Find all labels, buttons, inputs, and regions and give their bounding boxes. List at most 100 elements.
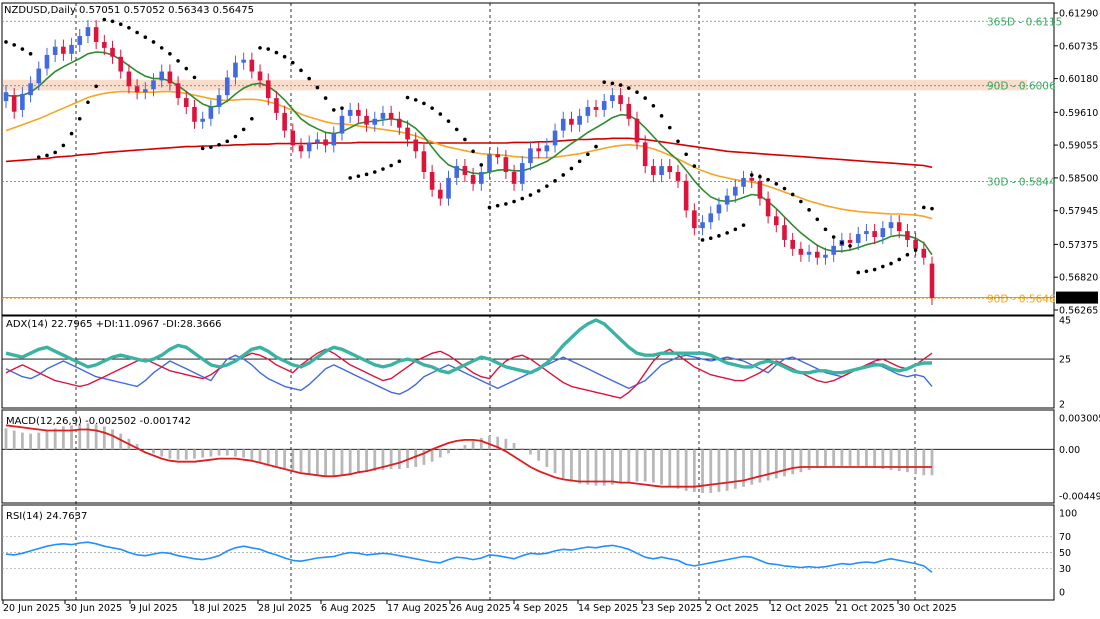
macd-hist-bar	[397, 449, 401, 470]
candle-body	[634, 118, 640, 143]
macd-hist-bar	[102, 426, 106, 450]
candle-body	[495, 154, 500, 158]
sar-dot	[372, 170, 377, 174]
candle-body	[388, 112, 394, 119]
macd-hist-bar	[143, 449, 147, 450]
candle-body	[290, 130, 296, 146]
macd-hist-bar	[619, 449, 623, 484]
sar-dot	[422, 101, 426, 106]
sar-dot	[348, 176, 352, 180]
candle-body	[110, 47, 115, 57]
sar-dot	[217, 143, 221, 147]
sar-dot	[659, 114, 664, 118]
sar-dot	[127, 25, 131, 30]
sar-dot	[241, 127, 246, 132]
macd-hist-bar	[78, 424, 82, 450]
rsi-tick-label: 100	[1059, 509, 1077, 520]
sar-dot	[192, 75, 197, 80]
sar-dot	[725, 231, 729, 235]
sar-dot	[545, 184, 549, 188]
macd-hist-bar	[234, 449, 237, 457]
price-tick-label: 0.59055	[1059, 141, 1098, 152]
macd-hist-bar	[217, 449, 221, 456]
sar-dot	[110, 19, 115, 24]
x-tick-label: 30 Oct 2025	[898, 603, 957, 614]
candle-body	[241, 59, 246, 63]
price-tick-label: 0.56820	[1059, 273, 1098, 284]
sar-dot	[536, 189, 541, 193]
macd-hist-bar	[717, 449, 721, 492]
macd-hist-bar	[29, 433, 32, 450]
ma30-line	[5, 90, 933, 220]
candle-body	[774, 216, 779, 226]
macd-hist-bar	[758, 449, 762, 483]
sar-dot	[77, 116, 82, 121]
candle-body	[61, 46, 66, 54]
sar-dot	[454, 127, 459, 132]
candle-body	[347, 109, 353, 116]
candle-body	[462, 166, 468, 175]
candle-body	[782, 225, 787, 240]
sar-dot	[922, 205, 926, 210]
sar-dot	[676, 139, 680, 144]
macd-hist-bar	[307, 449, 311, 475]
sar-dot	[397, 159, 402, 164]
candle-body	[560, 118, 566, 131]
x-tick-label: 2 Oct 2025	[706, 603, 759, 614]
resistance-zone	[3, 79, 1027, 91]
sar-dot	[708, 236, 713, 240]
macd-hist-bar	[463, 445, 467, 450]
chart-frames	[1, 2, 1055, 601]
macd-hist-bar	[709, 449, 713, 493]
macd-hist-bar	[160, 449, 164, 457]
candle-body	[216, 95, 222, 107]
macd-hist-bar	[414, 449, 418, 467]
x-tick-label: 30 Jun 2025	[65, 603, 122, 614]
candle-body	[823, 254, 828, 258]
candle-body	[69, 44, 74, 54]
sar-dot	[602, 80, 607, 84]
macd-hist-bar	[651, 449, 655, 483]
candle-body	[143, 89, 148, 93]
sar-dot	[151, 40, 156, 44]
sar-dot	[790, 192, 795, 197]
sar-dot	[45, 153, 49, 158]
candle-body	[192, 106, 197, 122]
macd-hist-bar	[438, 449, 442, 458]
macd-hist-bar	[520, 448, 524, 450]
price-tick-label: 0.60180	[1059, 74, 1098, 85]
macd-hist-bar	[594, 449, 598, 486]
candle-body	[397, 118, 402, 128]
sar-dot	[356, 174, 361, 178]
macd-hist-bar	[561, 449, 565, 479]
sar-dot	[266, 47, 271, 51]
sar-dot	[4, 40, 8, 44]
sar-dot	[774, 182, 779, 186]
adx-tick-label: 25	[1059, 355, 1071, 366]
sar-dot	[250, 116, 254, 121]
x-tick-label: 18 Jul 2025	[193, 603, 247, 614]
current-price-label: 0.56475	[1059, 293, 1098, 304]
sar-dot	[438, 112, 443, 116]
macd-hist-bar	[168, 449, 172, 459]
sar-dot	[291, 60, 295, 65]
macd-hist-bar	[250, 449, 254, 460]
macd-hist-bar	[725, 449, 729, 491]
macd-panel-header: MACD(12,26,9) -0.002502 -0.001742	[6, 416, 191, 427]
sar-dot	[569, 166, 574, 171]
candle-body	[814, 251, 820, 258]
sar-dot	[553, 179, 557, 183]
sar-dot	[323, 96, 328, 100]
price-tick-label: 0.57375	[1059, 240, 1098, 251]
candle-body	[257, 71, 263, 81]
price-panel-header: NZDUSD,Daily 0.57051 0.57052 0.56343 0.5…	[4, 5, 254, 16]
sar-dot	[610, 81, 615, 86]
sar-dot	[53, 150, 57, 155]
macd-hist-bar	[676, 449, 680, 489]
candle-body	[249, 59, 255, 72]
macd-hist-bar	[815, 449, 819, 468]
x-tick-label: 12 Oct 2025	[770, 603, 829, 614]
macd-hist-bar	[225, 449, 229, 456]
candle-body	[847, 239, 853, 243]
candle-body	[692, 210, 697, 229]
